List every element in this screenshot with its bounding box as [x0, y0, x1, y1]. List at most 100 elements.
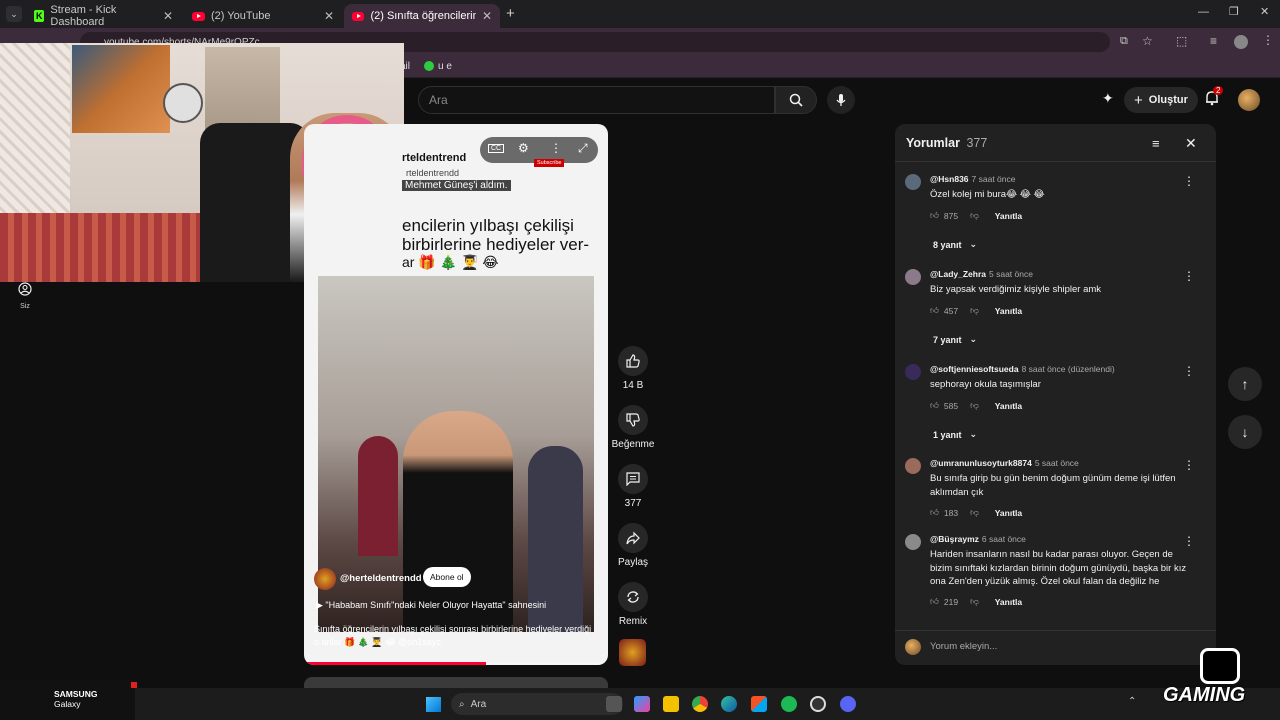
comment-menu-icon[interactable]: ⋮: [1183, 364, 1195, 378]
close-icon[interactable]: ✕: [482, 9, 492, 23]
like-count: 875: [943, 210, 959, 221]
close-icon[interactable]: ✕: [324, 9, 334, 23]
comment-author[interactable]: @Lady_Zehra: [930, 269, 986, 279]
avatar[interactable]: [905, 174, 921, 190]
replies-toggle[interactable]: 1 yanıt ⌄: [933, 429, 977, 440]
youtube-icon: [352, 11, 365, 21]
current-user-avatar: [905, 639, 921, 655]
progress-track[interactable]: [304, 662, 608, 665]
comments-button[interactable]: 377: [613, 464, 653, 509]
like-icon[interactable]: 👍︎: [930, 210, 939, 221]
subscribe-mini-button[interactable]: Subscribe: [534, 159, 565, 167]
avatar[interactable]: [905, 534, 921, 550]
reading-list-icon[interactable]: ≡: [1210, 34, 1217, 48]
share-button[interactable]: Paylaş: [613, 523, 653, 568]
close-icon[interactable]: ✕: [163, 9, 173, 23]
comment-input[interactable]: Yorum ekleyin...: [930, 641, 997, 652]
comment-author[interactable]: @Büşraymz: [930, 534, 979, 544]
remix-button[interactable]: Remix: [613, 582, 653, 627]
spotify-icon[interactable]: [781, 696, 797, 712]
reply-button[interactable]: Yanıtla: [995, 306, 1022, 316]
file-explorer-icon[interactable]: [663, 696, 679, 712]
reply-button[interactable]: Yanıtla: [995, 508, 1022, 518]
shorts-player[interactable]: rteldentrend rteldentrendd CC ⚙ ⋮ ⤢ Subs…: [304, 124, 608, 665]
microsoft-store-icon[interactable]: [751, 696, 767, 712]
maximize-button[interactable]: ❐: [1229, 5, 1239, 18]
discord-icon[interactable]: [840, 696, 856, 712]
gemini-icon[interactable]: ✦: [1102, 90, 1118, 106]
extensions-icon[interactable]: ⬚: [1176, 34, 1187, 48]
bookmark-star-icon[interactable]: ☆: [1142, 34, 1153, 48]
dislike-icon[interactable]: 👎︎: [970, 596, 979, 607]
minimize-button[interactable]: —: [1198, 6, 1209, 18]
comment-menu-icon[interactable]: ⋮: [1183, 534, 1195, 548]
gaming-logo-badge: [1200, 648, 1240, 684]
copilot-icon[interactable]: [634, 696, 650, 712]
like-icon[interactable]: 👍︎: [930, 400, 939, 411]
comment-author[interactable]: @Hsn836: [930, 174, 969, 184]
avatar[interactable]: [905, 458, 921, 474]
close-icon[interactable]: ✕: [1185, 135, 1197, 152]
comment-author[interactable]: @softjenniesoftsueda: [930, 364, 1019, 374]
close-window-button[interactable]: ✕: [1260, 5, 1269, 18]
channel-handle[interactable]: @herteldentrendd: [340, 573, 422, 584]
audio-source-thumbnail[interactable]: [619, 639, 646, 666]
previous-short-button[interactable]: ↑: [1228, 367, 1262, 401]
tab-youtube[interactable]: (2) YouTube ✕: [184, 4, 342, 28]
suggestion-link[interactable]: ▶ "Hababam Sınıfı"ndaki Neler Oluyor Hay…: [316, 600, 546, 611]
search-button[interactable]: [775, 86, 817, 114]
task-view-icon[interactable]: [606, 696, 622, 712]
like-icon[interactable]: 👍︎: [930, 305, 939, 316]
voice-search-button[interactable]: [827, 86, 855, 114]
reply-button[interactable]: Yanıtla: [995, 597, 1022, 607]
reply-button[interactable]: Yanıtla: [995, 211, 1022, 221]
dislike-button[interactable]: Beğenme: [612, 405, 654, 450]
comment-menu-icon[interactable]: ⋮: [1183, 174, 1195, 188]
tab-list-dropdown[interactable]: ⌄: [6, 6, 22, 22]
browser-menu-icon[interactable]: ⋮: [1262, 33, 1274, 47]
tab-youtube-short[interactable]: (2) Sınıfta öğrencilerin yılbaşı ç ✕: [344, 4, 500, 28]
comment-author[interactable]: @umranunlusoyturk8874: [930, 458, 1032, 468]
subscribe-button[interactable]: Abone ol: [423, 567, 471, 587]
replies-toggle[interactable]: 7 yanıt ⌄: [933, 334, 977, 345]
comment-menu-icon[interactable]: ⋮: [1183, 269, 1195, 283]
taskbar-search[interactable]: ⌕ Ara: [451, 693, 623, 715]
arrow-down-icon: ↓: [1241, 424, 1249, 440]
create-button[interactable]: + Oluştur: [1124, 87, 1198, 113]
account-avatar[interactable]: [1238, 89, 1260, 111]
dislike-icon[interactable]: 👎︎: [970, 210, 979, 221]
edge-icon[interactable]: [721, 696, 737, 712]
sort-icon[interactable]: ≡: [1152, 136, 1160, 151]
more-options-icon[interactable]: ⋮: [550, 141, 562, 155]
new-tab-button[interactable]: +: [506, 5, 515, 22]
notifications-button[interactable]: 2: [1204, 86, 1224, 108]
dislike-icon[interactable]: 👎︎: [970, 507, 979, 518]
comment-menu-icon[interactable]: ⋮: [1183, 458, 1195, 472]
like-button[interactable]: 14 B: [613, 346, 653, 391]
like-icon[interactable]: 👍︎: [930, 596, 939, 607]
dislike-icon[interactable]: 👎︎: [970, 400, 979, 411]
avatar[interactable]: [905, 364, 921, 380]
reply-button[interactable]: Yanıtla: [995, 401, 1022, 411]
windows-start-icon[interactable]: [426, 697, 441, 712]
bookmark-item[interactable]: u e: [438, 61, 452, 72]
cast-icon[interactable]: ⧉: [1120, 35, 1128, 48]
overflow-chevron-icon[interactable]: ⌃: [1128, 696, 1136, 707]
replies-toggle[interactable]: 8 yanıt ⌄: [933, 239, 977, 250]
tab-kick-dashboard[interactable]: K Stream - Kick Dashboard ✕: [26, 4, 181, 28]
like-icon[interactable]: 👍︎: [930, 507, 939, 518]
settings-gear-icon[interactable]: ⚙: [518, 141, 529, 155]
channel-avatar[interactable]: [314, 568, 336, 590]
sidebar-item-you[interactable]: Siz: [10, 282, 40, 310]
chrome-icon[interactable]: [692, 696, 708, 712]
fullscreen-icon[interactable]: ⤢: [578, 141, 588, 156]
dislike-icon[interactable]: 👎︎: [970, 305, 979, 316]
captions-icon[interactable]: CC: [488, 144, 505, 153]
avatar[interactable]: [905, 269, 921, 285]
like-icon: [626, 354, 640, 368]
obs-icon[interactable]: [810, 696, 826, 712]
next-short-button[interactable]: ↓: [1228, 415, 1262, 449]
profile-avatar[interactable]: [1234, 35, 1248, 49]
search-input[interactable]: Ara: [418, 86, 775, 114]
browser-tab-bar: ⌄ K Stream - Kick Dashboard ✕ (2) YouTub…: [0, 0, 1280, 28]
